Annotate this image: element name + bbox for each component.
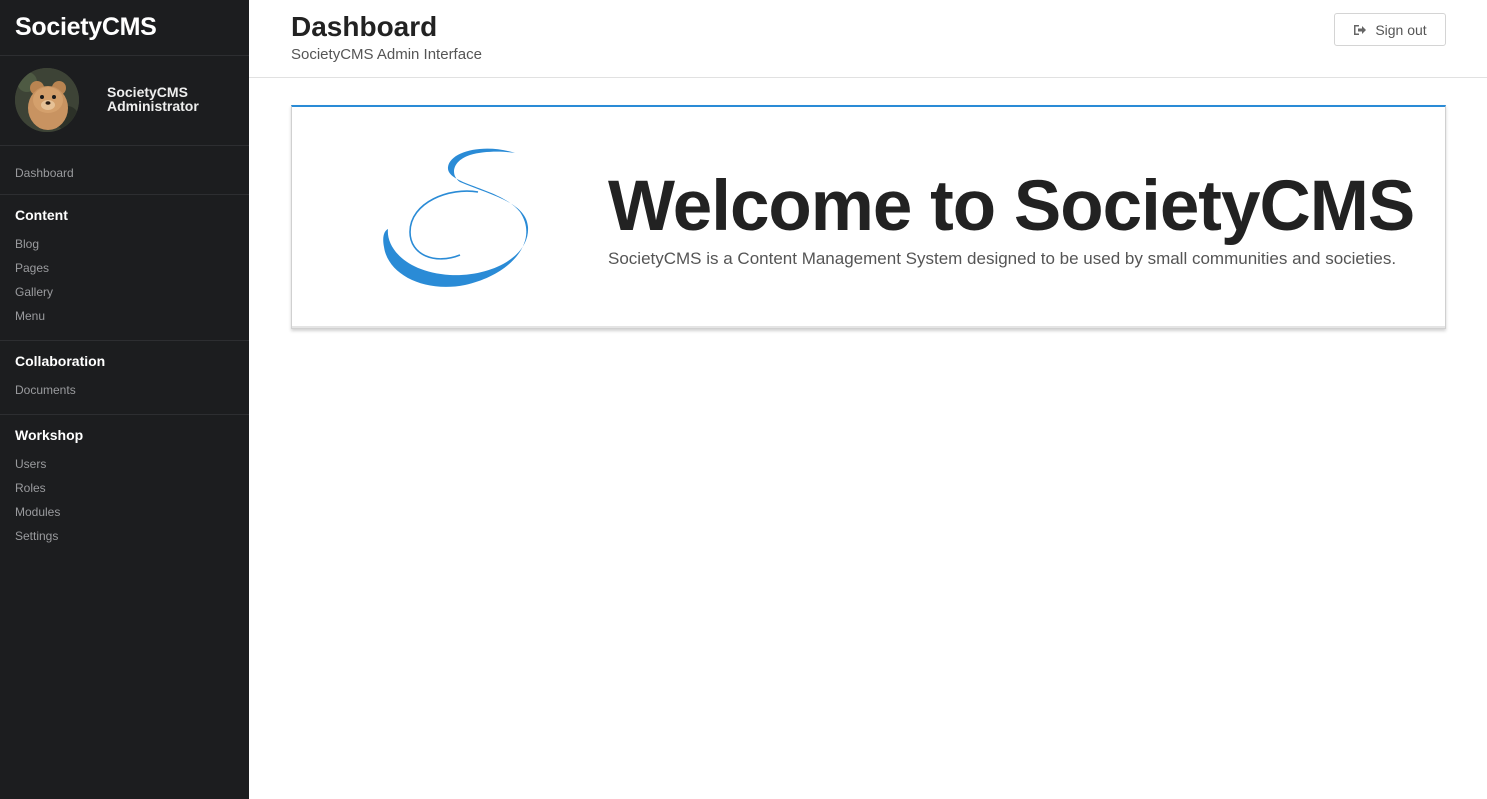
page-subtitle: SocietyCMS Admin Interface: [291, 46, 482, 63]
nav-section-collaboration: Collaboration Documents: [0, 341, 249, 415]
sidebar-item-gallery[interactable]: Gallery: [15, 280, 249, 304]
sidebar-item-modules[interactable]: Modules: [15, 500, 249, 524]
welcome-title: Welcome to SocietyCMS: [608, 167, 1415, 246]
nav-heading-collaboration: Collaboration: [15, 353, 106, 369]
sign-out-icon: [1354, 24, 1367, 35]
sidebar-item-settings[interactable]: Settings: [15, 524, 249, 548]
page-title: Dashboard: [291, 11, 438, 42]
brand-title[interactable]: SocietyCMS: [0, 0, 249, 56]
sidebar-item-dashboard[interactable]: Dashboard: [15, 166, 249, 180]
sign-out-label: Sign out: [1375, 21, 1427, 38]
nav-section-main: Dashboard: [0, 146, 249, 195]
nav-heading-content: Content: [15, 207, 68, 223]
sidebar-item-menu[interactable]: Menu: [15, 304, 249, 328]
sidebar-item-roles[interactable]: Roles: [15, 476, 249, 500]
sidebar: SocietyCMS SocietyCMS Administrator Dash…: [0, 0, 249, 799]
user-panel: SocietyCMS Administrator: [0, 56, 249, 146]
sidebar-item-pages[interactable]: Pages: [15, 256, 249, 280]
teddy-bear-avatar-icon: [15, 68, 79, 132]
welcome-description: SocietyCMS is a Content Management Syste…: [608, 249, 1397, 268]
card-divider: [292, 326, 1445, 328]
nav-section-content: Content Blog Pages Gallery Menu: [0, 195, 249, 341]
avatar[interactable]: [15, 68, 79, 132]
nav-section-workshop: Workshop Users Roles Modules Settings: [0, 415, 249, 560]
top-header: Dashboard SocietyCMS Admin Interface Sig…: [249, 0, 1487, 78]
sidebar-item-blog[interactable]: Blog: [15, 232, 249, 256]
sidebar-item-users[interactable]: Users: [15, 452, 249, 476]
nav-heading-workshop: Workshop: [15, 427, 84, 443]
sidebar-item-documents[interactable]: Documents: [15, 378, 249, 402]
societycms-logo-icon: [383, 148, 529, 287]
sign-out-button[interactable]: Sign out: [1334, 13, 1446, 46]
user-name: SocietyCMS Administrator: [107, 84, 199, 114]
welcome-card: Welcome to SocietyCMS SocietyCMS is a Co…: [291, 105, 1446, 329]
